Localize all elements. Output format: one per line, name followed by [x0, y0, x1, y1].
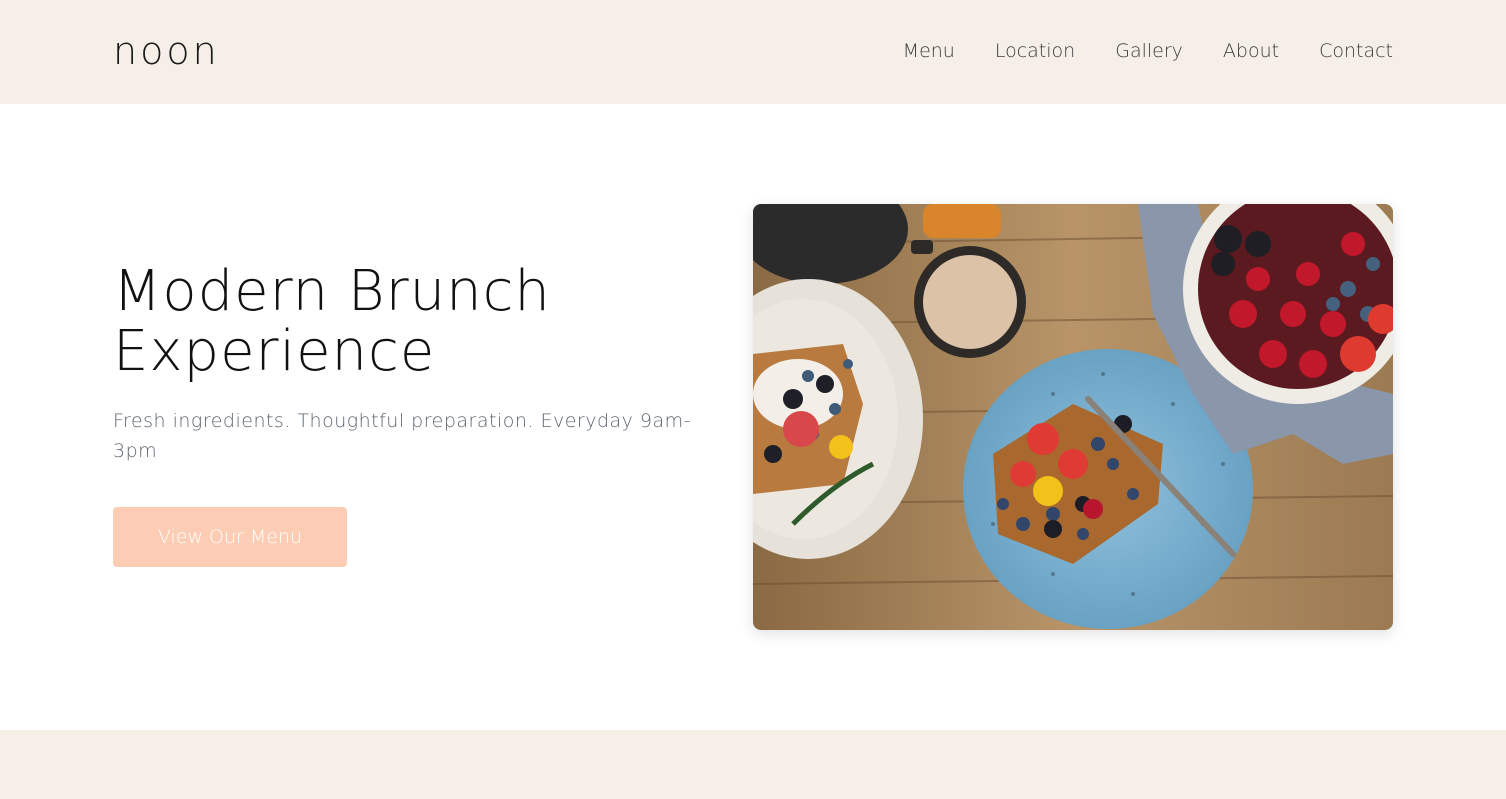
nav-item-about[interactable]: About	[1223, 38, 1279, 64]
hero-subtitle: Fresh ingredients. Thoughtful preparatio…	[113, 410, 692, 462]
hero-title-line1: Modern Brunch	[113, 259, 551, 324]
main-nav: Menu Location Gallery About Contact	[903, 38, 1393, 64]
nav-item-location[interactable]: Location	[995, 38, 1075, 64]
nav-item-gallery[interactable]: Gallery	[1115, 38, 1183, 64]
hero-title-line2: Experience	[113, 319, 436, 384]
hero-title: Modern Brunch Experience	[113, 262, 723, 382]
view-menu-button[interactable]: View Our Menu	[113, 507, 347, 567]
brunch-photo-icon	[753, 204, 1393, 630]
nav-item-menu[interactable]: Menu	[903, 38, 955, 64]
logo[interactable]: noon	[113, 26, 220, 76]
hero-image	[753, 204, 1393, 630]
footer-band	[0, 730, 1506, 799]
nav-item-contact[interactable]: Contact	[1319, 38, 1393, 64]
site-header: noon Menu Location Gallery About Contact	[0, 0, 1506, 104]
hero-text: Modern Brunch Experience Fresh ingredien…	[113, 262, 723, 466]
